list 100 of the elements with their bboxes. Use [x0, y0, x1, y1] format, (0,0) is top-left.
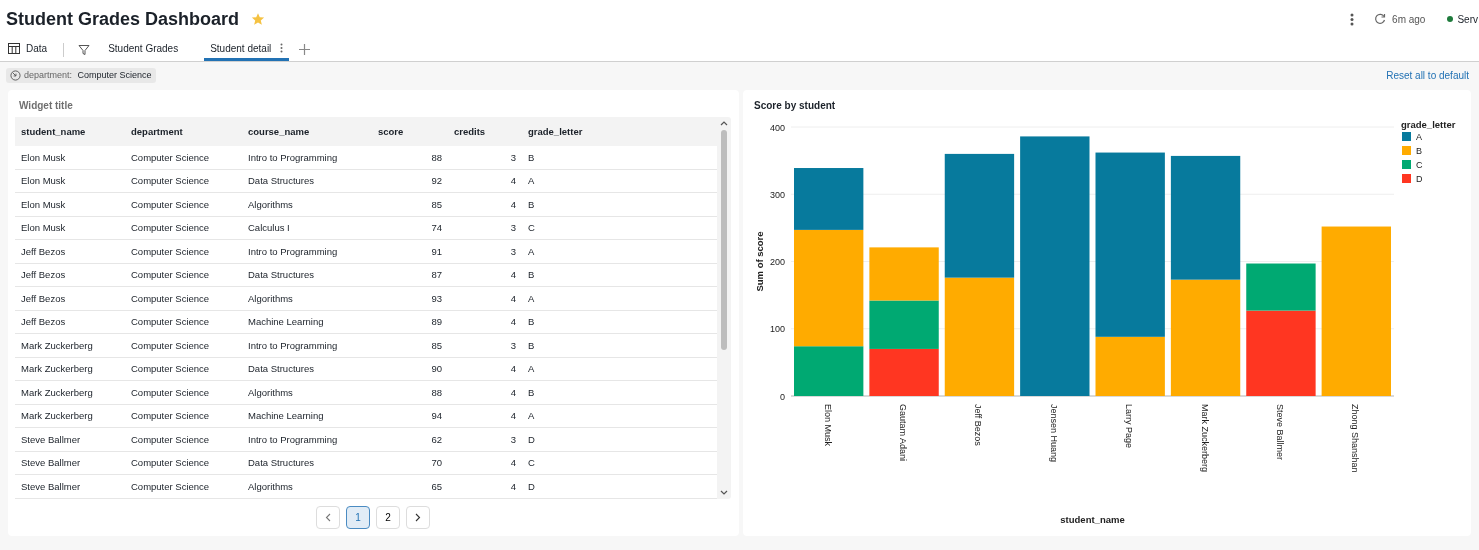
- chart-title: Score by student: [753, 99, 837, 113]
- x-tick-label: Mark Zuckerberg: [1199, 404, 1210, 473]
- bar-segment[interactable]: [1246, 263, 1316, 311]
- widget-title: Widget title: [18, 99, 74, 113]
- star-icon[interactable]: [251, 12, 266, 26]
- table-cell-text: 88: [430, 386, 443, 398]
- table-cell-text: C: [527, 457, 536, 469]
- table-cell-text: Computer Science: [130, 480, 211, 492]
- x-tick-label: Zhong Shanshan: [1350, 404, 1361, 473]
- table-cell-text: 3: [509, 433, 517, 445]
- column-header[interactable]: student_name: [15, 126, 125, 137]
- table-cell-text: Algorithms: [247, 386, 294, 398]
- table-cell-text: Data Structures: [247, 457, 315, 469]
- table-cell-text: 85: [430, 198, 443, 210]
- table-cell-text: A: [527, 410, 536, 422]
- column-header[interactable]: department: [125, 126, 242, 137]
- more-icon[interactable]: [1350, 12, 1355, 26]
- table-cell-text: 92: [430, 175, 443, 187]
- legend-label[interactable]: D: [1416, 174, 1423, 184]
- table-cell-text: Intro to Programming: [247, 245, 339, 257]
- table-cell-text: 87: [430, 269, 443, 281]
- tab[interactable]: Student detail: [204, 38, 290, 61]
- table-cell-text: Machine Learning: [247, 316, 325, 328]
- table-cell-text: 4: [509, 386, 517, 398]
- table-cell-text: Computer Science: [130, 175, 211, 187]
- legend-label[interactable]: C: [1416, 160, 1423, 170]
- scroll-down-icon[interactable]: [720, 489, 728, 496]
- table-cell-text: Mark Zuckerberg: [20, 363, 94, 375]
- next-page-button[interactable]: [406, 505, 430, 529]
- x-tick-label: Gautam Adani: [898, 404, 909, 462]
- x-tick-label: Steve Ballmer: [1274, 404, 1285, 461]
- table-cell-text: B: [527, 316, 536, 328]
- table-cell-text: B: [527, 339, 536, 351]
- table-cell-text: Computer Science: [130, 198, 211, 210]
- table-cell-text: C: [527, 222, 536, 234]
- table-cell-text: Computer Science: [130, 433, 211, 445]
- table-cell-text: 85: [430, 339, 443, 351]
- table-cell-text: Computer Science: [130, 316, 211, 328]
- table-cell-text: D: [527, 480, 536, 492]
- column-header[interactable]: credits: [448, 126, 522, 137]
- add-icon[interactable]: [299, 44, 311, 55]
- table-cell-text: Elon Musk: [20, 222, 67, 234]
- column-header[interactable]: course_name: [242, 126, 372, 137]
- refresh-time: 6m ago: [1392, 13, 1426, 25]
- table-cell-text: Intro to Programming: [247, 151, 339, 163]
- y-tick-label: 300: [769, 189, 785, 200]
- chevron-right-icon: [415, 512, 421, 522]
- table-cell-text: Data Structures: [247, 363, 315, 375]
- table-cell-text: Steve Ballmer: [20, 480, 82, 492]
- table-cell-text: A: [527, 245, 536, 257]
- y-tick-label: 400: [769, 122, 785, 133]
- page-button[interactable]: 1: [346, 505, 370, 529]
- refresh-icon[interactable]: [1374, 13, 1387, 25]
- scroll-up-icon[interactable]: [720, 120, 728, 126]
- table-cell-text: 65: [430, 480, 443, 492]
- table-cell-text: Mark Zuckerberg: [20, 410, 94, 422]
- table-cell-text: 91: [430, 245, 443, 257]
- table-cell-text: Computer Science: [130, 222, 211, 234]
- table-cell-text: Jeff Bezos: [20, 292, 67, 304]
- table-cell-text: Data Structures: [247, 175, 315, 187]
- tab[interactable]: Data: [8, 38, 54, 61]
- table-cell-text: Machine Learning: [247, 410, 325, 422]
- column-header[interactable]: grade_letter: [522, 126, 717, 137]
- table-cell-text: B: [527, 386, 536, 398]
- table-cell-text: 62: [430, 433, 443, 445]
- column-header[interactable]: score: [372, 126, 448, 137]
- chevron-left-icon: [325, 512, 331, 522]
- table-cell-text: Mark Zuckerberg: [20, 339, 94, 351]
- table-cell-text: Jeff Bezos: [20, 245, 67, 257]
- table-cell-text: Intro to Programming: [247, 433, 339, 445]
- more-icon[interactable]: [280, 43, 284, 53]
- x-tick-label: Larry Page: [1124, 404, 1135, 449]
- bar-segment[interactable]: [1170, 155, 1241, 280]
- table-cell-text: A: [527, 363, 536, 375]
- table-cell-text: A: [527, 292, 536, 304]
- filter-chip[interactable]: department: Computer Science: [6, 67, 156, 83]
- table-cell-text: Computer Science: [130, 151, 211, 163]
- tab[interactable]: Student Grades: [102, 38, 185, 61]
- table-cell-text: Steve Ballmer: [20, 457, 82, 469]
- dashboard-title: Student Grades Dashboard: [6, 8, 240, 30]
- table-cell-text: 3: [509, 339, 517, 351]
- bar-segment[interactable]: [944, 153, 1015, 278]
- table-cell-text: 89: [430, 316, 443, 328]
- table-cell-text: Elon Musk: [20, 175, 67, 187]
- table-cell-text: 4: [509, 480, 517, 492]
- table-cell-text: Computer Science: [130, 269, 211, 281]
- table-cell-text: 93: [430, 292, 443, 304]
- reset-link[interactable]: Reset all to default: [1386, 69, 1469, 81]
- filter-icon[interactable]: [78, 43, 91, 56]
- legend-label[interactable]: A: [1416, 132, 1422, 142]
- table-cell-text: Computer Science: [130, 410, 211, 422]
- previous-page-button[interactable]: [316, 505, 340, 529]
- legend-label[interactable]: B: [1416, 146, 1422, 156]
- table-cell-text: 4: [509, 316, 517, 328]
- table-cell-text: 4: [509, 410, 517, 422]
- table-cell-text: Calculus I: [247, 222, 291, 234]
- table-cell-text: Algorithms: [247, 198, 294, 210]
- table-cell-text: 88: [430, 151, 443, 163]
- table-cell-text: 4: [509, 269, 517, 281]
- page-button[interactable]: 2: [376, 505, 400, 529]
